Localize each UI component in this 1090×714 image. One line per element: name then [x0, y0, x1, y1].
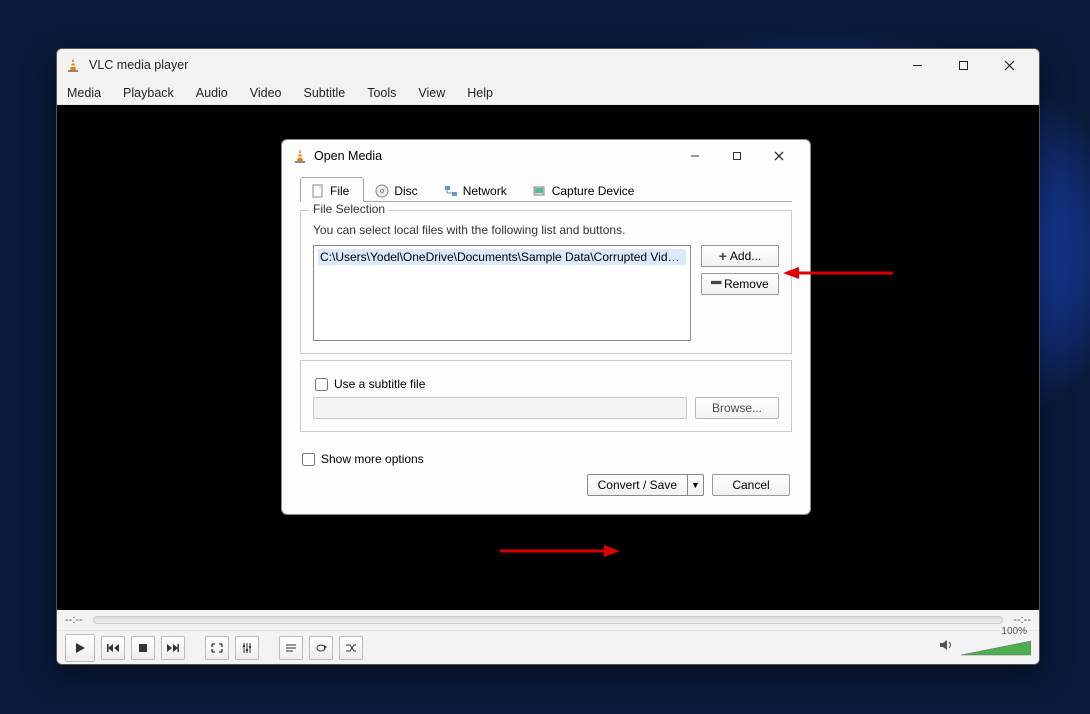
tab-file-label: File: [330, 184, 349, 198]
time-total: --:--: [1013, 614, 1031, 626]
convert-save-label[interactable]: Convert / Save: [587, 474, 688, 496]
menu-view[interactable]: View: [414, 84, 449, 102]
network-icon: [444, 184, 458, 198]
file-icon: [311, 184, 325, 198]
dialog-title: Open Media: [314, 149, 674, 163]
tab-disc[interactable]: Disc: [364, 177, 432, 202]
time-elapsed: --:--: [65, 614, 83, 626]
fullscreen-button[interactable]: [205, 636, 229, 660]
ext-settings-button[interactable]: [235, 636, 259, 660]
menu-audio[interactable]: Audio: [192, 84, 232, 102]
main-title: VLC media player: [89, 58, 895, 72]
menu-tools[interactable]: Tools: [363, 84, 400, 102]
next-button[interactable]: [161, 636, 185, 660]
cancel-button[interactable]: Cancel: [712, 474, 790, 496]
show-more-options-label: Show more options: [321, 452, 424, 466]
subtitle-checkbox-label: Use a subtitle file: [334, 377, 425, 391]
main-maximize-button[interactable]: [941, 50, 985, 80]
tab-network-label: Network: [463, 184, 507, 198]
loop-button[interactable]: [309, 636, 333, 660]
tab-disc-label: Disc: [394, 184, 417, 198]
menu-subtitle[interactable]: Subtitle: [300, 84, 350, 102]
dialog-titlebar[interactable]: Open Media: [282, 140, 810, 172]
subtitle-group: Use a subtitle file Browse...: [300, 360, 792, 432]
file-selection-hint: You can select local files with the foll…: [313, 223, 779, 237]
main-close-button[interactable]: [987, 50, 1031, 80]
dialog-minimize-button[interactable]: [674, 142, 716, 170]
convert-save-dropdown[interactable]: ▼: [688, 474, 704, 496]
subtitle-checkbox[interactable]: [315, 378, 328, 391]
seek-row: --:-- --:--: [57, 610, 1039, 630]
stop-button[interactable]: [131, 636, 155, 660]
tab-file[interactable]: File: [300, 177, 364, 202]
capture-icon: [533, 184, 547, 198]
tabstrip: File Disc Network Capture Device: [300, 176, 792, 202]
vlc-cone-icon: [292, 148, 308, 164]
remove-button[interactable]: ━Remove: [701, 273, 779, 295]
file-selection-group: File Selection You can select local file…: [300, 210, 792, 354]
dialog-maximize-button[interactable]: [716, 142, 758, 170]
playlist-button[interactable]: [279, 636, 303, 660]
prev-button[interactable]: [101, 636, 125, 660]
menu-video[interactable]: Video: [246, 84, 286, 102]
tab-capture[interactable]: Capture Device: [522, 177, 650, 202]
menu-playback[interactable]: Playback: [119, 84, 178, 102]
add-button[interactable]: +Add...: [701, 245, 779, 267]
vlc-cone-icon: [65, 57, 81, 73]
tab-network[interactable]: Network: [433, 177, 522, 202]
menu-media[interactable]: Media: [63, 84, 105, 102]
browse-button: Browse...: [695, 397, 779, 419]
play-button[interactable]: [65, 634, 95, 662]
tab-capture-label: Capture Device: [552, 184, 635, 198]
main-titlebar[interactable]: VLC media player: [57, 49, 1039, 81]
dialog-close-button[interactable]: [758, 142, 800, 170]
volume-slider[interactable]: [961, 639, 1031, 657]
seek-slider[interactable]: [93, 616, 1004, 624]
volume-label: 100%: [1001, 626, 1027, 637]
controls-row: 100%: [57, 630, 1039, 664]
show-more-options-checkbox[interactable]: [302, 453, 315, 466]
main-menubar: Media Playback Audio Video Subtitle Tool…: [57, 81, 1039, 105]
disc-icon: [375, 184, 389, 198]
speaker-icon[interactable]: [939, 638, 955, 657]
minus-icon: ━: [711, 280, 721, 288]
file-list-item[interactable]: C:\Users\Yodel\OneDrive\Documents\Sample…: [318, 249, 686, 265]
convert-save-button[interactable]: Convert / Save ▼: [587, 474, 704, 496]
main-minimize-button[interactable]: [895, 50, 939, 80]
plus-icon: +: [719, 251, 727, 261]
subtitle-path-input: [313, 397, 687, 419]
menu-help[interactable]: Help: [463, 84, 497, 102]
file-selection-legend: File Selection: [309, 202, 389, 216]
open-media-dialog: Open Media File Disc Network Capture Dev: [281, 139, 811, 515]
shuffle-button[interactable]: [339, 636, 363, 660]
file-list[interactable]: C:\Users\Yodel\OneDrive\Documents\Sample…: [313, 245, 691, 341]
